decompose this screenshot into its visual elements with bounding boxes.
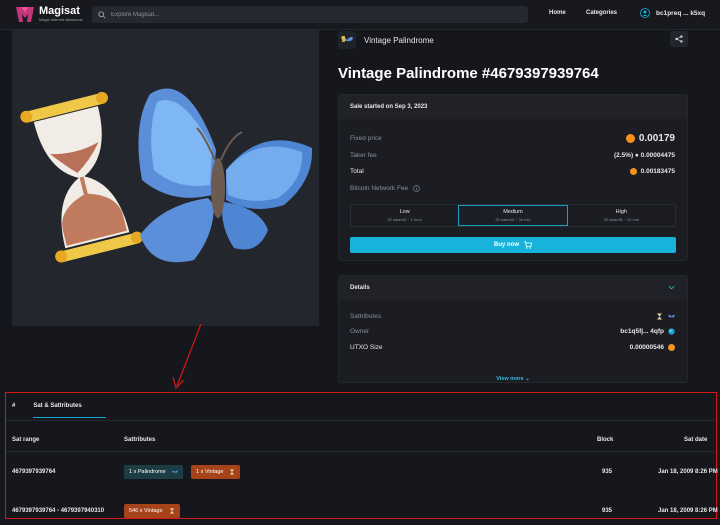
fee-high-detail: 32 sats/vB ~ 10 min — [603, 217, 639, 222]
row2-block[interactable]: 935 — [602, 508, 612, 514]
fee-low-name: Low — [399, 209, 410, 215]
nav-categories-link[interactable]: Categories — [586, 10, 617, 16]
fee-low-detail: 32 sats/vB ~ 1 hour — [387, 217, 422, 222]
chip-vintage-546[interactable]: 546 x Vintage — [124, 504, 180, 518]
network-fee-label: Bitcoin Network Fee — [350, 185, 409, 192]
magisat-logo-icon — [16, 7, 34, 22]
buy-now-button[interactable]: Buy now — [350, 237, 676, 253]
butterfly-icon — [341, 36, 353, 42]
info-icon[interactable] — [413, 185, 420, 192]
taker-fee-value: (2.5%) ● 0.00004475 — [613, 152, 675, 159]
row2-date: Jan 18, 2009 8:26 PM — [658, 508, 718, 514]
wallet-address: bc1preq ... k5xq — [656, 9, 706, 17]
network-fee-selector: Low 32 sats/vB ~ 1 hour Medium 32 sats/v… — [350, 204, 676, 227]
item-artwork — [12, 30, 319, 326]
fee-option-low[interactable]: Low 32 sats/vB ~ 1 hour — [351, 205, 458, 226]
owner-label: Owner — [350, 328, 370, 335]
row1-block[interactable]: 935 — [602, 469, 612, 475]
owner-value[interactable]: bc1q5fj... 4qfp — [620, 328, 675, 335]
total-amount: 0.00183475 — [640, 168, 675, 175]
share-button[interactable] — [670, 31, 688, 47]
utxo-amount: 0.00000546 — [629, 344, 664, 351]
tab-sat-sattributes[interactable]: Sat & Sattributes — [33, 403, 107, 418]
palindrome-icon — [668, 314, 675, 318]
collection-thumbnail — [338, 31, 356, 49]
sale-header: Sale started on Sep 3, 2023 — [339, 95, 687, 119]
search-icon — [98, 10, 106, 19]
hourglass-icon — [230, 469, 235, 475]
row2-sat-range: 4679397939764 - 4679397940310 — [12, 508, 105, 514]
chip-vintage[interactable]: 1 x Vintage — [191, 465, 241, 479]
utxo-label: UTXO Size — [350, 344, 383, 351]
sat-table-section: # Sat & Sattributes Sat range Sattribute… — [5, 392, 718, 519]
bitcoin-icon — [668, 344, 675, 351]
fee-medium-detail: 32 sats/vB ~ 30 min — [495, 217, 531, 222]
row1-sat-range: 4679397939764 — [12, 469, 56, 475]
tab-hash[interactable]: # — [12, 403, 15, 418]
utxo-value: 0.00000546 — [630, 344, 675, 351]
top-navbar: Magisat Magic internet diamonds Home Cat… — [0, 0, 720, 30]
user-icon — [640, 8, 650, 18]
taker-fee-label: Taker fee — [350, 152, 377, 159]
brand-tagline: Magic internet diamonds — [39, 16, 83, 22]
buy-now-label: Buy now — [494, 242, 519, 248]
fixed-price-label: Fixed price — [350, 135, 382, 142]
row1-date: Jan 18, 2009 8:26 PM — [658, 469, 718, 475]
total-value: 0.00183475 — [629, 168, 675, 175]
annotation-arrow — [172, 323, 202, 390]
fixed-price-value: 0.00179 — [625, 133, 675, 144]
logo[interactable]: Magisat Magic internet diamonds — [15, 5, 83, 23]
share-icon — [675, 35, 683, 43]
hourglass-icon — [169, 508, 174, 514]
fee-high-name: High — [615, 209, 627, 215]
owner-address: bc1q5fj... 4qfp — [620, 328, 664, 335]
sattributes-icons — [656, 313, 675, 320]
chip-palindrome-label: 1 x Palindrome — [129, 469, 166, 475]
search-input[interactable] — [111, 11, 511, 18]
nav-home-link[interactable]: Home — [549, 10, 566, 16]
header-sattributes: Sattributes — [124, 437, 156, 443]
sattributes-label: Sattributes — [350, 313, 382, 320]
header-divider — [6, 451, 716, 452]
total-label: Total — [350, 168, 364, 175]
chip-vintage-label: 1 x Vintage — [196, 469, 224, 475]
hourglass-icon — [657, 313, 662, 320]
brand-name: Magisat — [39, 4, 80, 17]
cart-icon — [524, 241, 532, 249]
bitcoin-icon — [625, 134, 635, 143]
bitcoin-icon — [629, 168, 637, 175]
tab-bar: # Sat & Sattributes — [12, 403, 107, 418]
collection-name: Vintage Palindrome — [364, 35, 434, 45]
wallet-button[interactable]: bc1preq ... k5xq — [640, 8, 705, 18]
search-bar[interactable] — [92, 6, 528, 23]
hourglass-butterfly-image — [20, 88, 313, 263]
header-sat-range: Sat range — [12, 437, 40, 443]
details-card: Details Sattributes Owner bc1q5fj... 4qf… — [338, 275, 688, 383]
tab-divider — [6, 420, 716, 421]
collection-link[interactable]: Vintage Palindrome — [338, 31, 434, 49]
fee-medium-name: Medium — [503, 209, 523, 215]
chip-palindrome[interactable]: 1 x Palindrome — [124, 465, 183, 479]
item-title: Vintage Palindrome #4679397939764 — [338, 65, 599, 82]
details-header[interactable]: Details — [339, 276, 687, 300]
owner-avatar-icon — [668, 328, 675, 335]
chevron-down-icon — [668, 285, 675, 290]
details-title: Details — [350, 285, 370, 291]
chip-vintage-546-label: 546 x Vintage — [129, 508, 163, 514]
fixed-price-amount: 0.00179 — [638, 133, 675, 144]
fee-option-medium[interactable]: Medium 32 sats/vB ~ 30 min — [458, 205, 568, 226]
view-more-link[interactable]: View more ⌄ — [339, 376, 687, 382]
fee-option-high[interactable]: High 32 sats/vB ~ 10 min — [568, 205, 675, 226]
header-block: Block — [597, 437, 614, 443]
sale-card: Sale started on Sep 3, 2023 Fixed price … — [338, 94, 688, 261]
palindrome-icon — [172, 470, 178, 473]
header-sat-date: Sat date — [684, 437, 708, 443]
